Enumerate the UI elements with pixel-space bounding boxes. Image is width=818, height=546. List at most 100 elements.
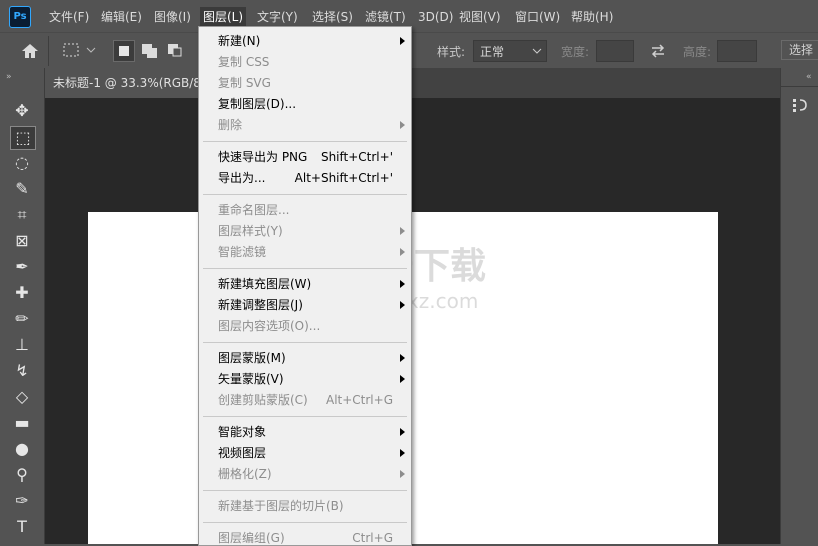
new-selection-button[interactable]: [113, 40, 135, 62]
pen-icon[interactable]: ✑: [10, 490, 34, 512]
submenu-arrow-icon: [400, 354, 405, 362]
menu-item: 新建基于图层的切片(B): [199, 496, 411, 517]
menu-item[interactable]: 复制图层(D)...: [199, 94, 411, 115]
eraser-icon[interactable]: ◇: [10, 386, 34, 408]
menu-filter[interactable]: 滤镜(T): [362, 7, 409, 27]
menu-help[interactable]: 帮助(H): [568, 7, 616, 27]
height-label: 高度:: [683, 45, 712, 59]
menu-image[interactable]: 图像(I): [151, 7, 194, 27]
quick-select-icon[interactable]: ✎: [10, 178, 34, 200]
menu-item[interactable]: 矢量蒙版(V): [199, 369, 411, 390]
collapse-icon[interactable]: »: [6, 72, 12, 82]
chevron-down-icon: [532, 48, 542, 54]
menu-item-label: 复制图层(D)...: [218, 97, 297, 111]
width-label: 宽度:: [561, 45, 590, 59]
rect-marquee-icon[interactable]: [62, 42, 80, 58]
chevron-down-icon[interactable]: [86, 47, 96, 53]
add-selection-icon[interactable]: [141, 43, 159, 59]
style-select[interactable]: 正常: [473, 40, 547, 62]
submenu-arrow-icon: [400, 470, 405, 478]
menu-item-shortcut: Shift+Ctrl+': [320, 150, 393, 164]
menu-item-label: 矢量蒙版(V): [218, 372, 284, 386]
menu-item-shortcut: Ctrl+G: [352, 531, 393, 545]
brush-icon[interactable]: ✏: [10, 308, 34, 330]
frame-icon[interactable]: ⊠: [10, 230, 34, 252]
divider: [780, 86, 818, 87]
menu-item: 创建剪贴蒙版(C) Alt+Ctrl+G: [199, 390, 411, 411]
menu-item[interactable]: 快速导出为 PNG Shift+Ctrl+': [199, 147, 411, 168]
healing-icon[interactable]: ✚: [10, 282, 34, 304]
marquee-icon[interactable]: ⬚: [10, 126, 36, 150]
submenu-arrow-icon: [400, 449, 405, 457]
select-and-mask-button[interactable]: 选择: [781, 40, 818, 60]
blur-icon[interactable]: ●: [10, 438, 34, 460]
menu-window[interactable]: 窗口(W): [512, 7, 563, 27]
menu-item[interactable]: 新建(N): [199, 31, 411, 52]
document-tab[interactable]: 未标题-1 @ 33.3%(RGB/8): [45, 68, 205, 98]
menu-item: 栅格化(Z): [199, 464, 411, 485]
menu-item[interactable]: 新建填充图层(W): [199, 274, 411, 295]
menu-item: 智能滤镜: [199, 242, 411, 263]
submenu-arrow-icon: [400, 227, 405, 235]
history-panel-icon[interactable]: [791, 97, 809, 115]
type-icon[interactable]: T: [10, 516, 34, 538]
gradient-icon[interactable]: ▬: [10, 412, 34, 434]
menu-item-label: 新建基于图层的切片(B): [218, 499, 344, 513]
stamp-icon[interactable]: ⊥: [10, 334, 34, 356]
menu-item: 重命名图层...: [199, 200, 411, 221]
collapse-icon[interactable]: «: [806, 72, 812, 82]
divider: [48, 36, 49, 66]
menu-item[interactable]: 新建调整图层(J): [199, 295, 411, 316]
crop-icon[interactable]: ⌗: [10, 204, 34, 226]
menu-separator: [203, 342, 407, 343]
move-icon[interactable]: ✥: [10, 100, 34, 122]
menu-item: 图层内容选项(O)...: [199, 316, 411, 337]
submenu-arrow-icon: [400, 375, 405, 383]
menu-item-label: 新建填充图层(W): [218, 277, 312, 291]
menu-edit[interactable]: 编辑(E): [98, 7, 145, 27]
menu-item-label: 图层编组(G): [218, 531, 285, 545]
menu-view[interactable]: 视图(V): [456, 7, 504, 27]
menu-item-label: 导出为...: [218, 171, 266, 185]
menu-file[interactable]: 文件(F): [46, 7, 92, 27]
menu-layer[interactable]: 图层(L): [200, 7, 247, 27]
dodge-icon[interactable]: ⚲: [10, 464, 34, 486]
menu-type[interactable]: 文字(Y): [254, 7, 301, 27]
menu-item[interactable]: 导出为... Alt+Shift+Ctrl+': [199, 168, 411, 189]
menu-separator: [203, 268, 407, 269]
submenu-arrow-icon: [400, 280, 405, 288]
menu-item-label: 图层内容选项(O)...: [218, 319, 321, 333]
submenu-arrow-icon: [400, 301, 405, 309]
layer-menu-dropdown: 新建(N) 复制 CSS 复制 SVG 复制图层(D)... 删除 快速导出为 PNG Sh…: [198, 26, 412, 546]
menu-separator: [203, 416, 407, 417]
eyedropper-icon[interactable]: ✒: [10, 256, 34, 278]
submenu-arrow-icon: [400, 248, 405, 256]
menu-item-label: 视频图层: [218, 446, 267, 460]
menu-item-label: 图层样式(Y): [218, 224, 283, 238]
menu-item[interactable]: 视频图层: [199, 443, 411, 464]
menu-3d[interactable]: 3D(D): [415, 7, 456, 27]
swap-icon[interactable]: [649, 43, 667, 59]
photoshop-logo[interactable]: Ps: [9, 6, 31, 28]
menu-item-label: 图层蒙版(M): [218, 351, 286, 365]
style-select-value: 正常: [480, 45, 505, 59]
menu-item: 复制 SVG: [199, 73, 411, 94]
right-panel-strip: [780, 68, 818, 544]
height-input[interactable]: [717, 40, 757, 62]
submenu-arrow-icon: [400, 121, 405, 129]
menu-separator: [203, 522, 407, 523]
lasso-icon[interactable]: ◌: [10, 152, 34, 174]
menu-select[interactable]: 选择(S): [309, 7, 356, 27]
subtract-selection-icon[interactable]: [167, 43, 183, 59]
menu-separator: [203, 490, 407, 491]
menu-separator: [203, 141, 407, 142]
menu-separator: [203, 194, 407, 195]
menu-item[interactable]: 图层蒙版(M): [199, 348, 411, 369]
home-icon[interactable]: [20, 42, 40, 60]
submenu-arrow-icon: [400, 428, 405, 436]
menu-item[interactable]: 智能对象: [199, 422, 411, 443]
width-input[interactable]: [596, 40, 634, 62]
style-label: 样式:: [437, 45, 466, 59]
history-brush-icon[interactable]: ↯: [10, 360, 34, 382]
menu-item-label: 复制 CSS: [218, 55, 270, 69]
